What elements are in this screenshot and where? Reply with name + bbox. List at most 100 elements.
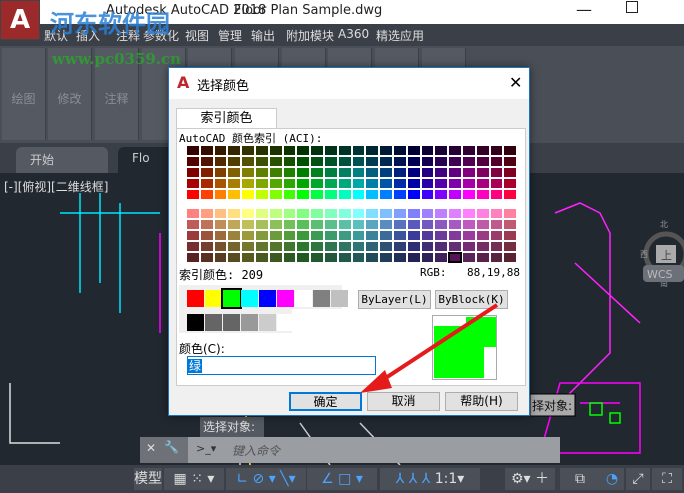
- aci-swatch[interactable]: [213, 252, 228, 263]
- standard-color-swatch[interactable]: [331, 290, 348, 307]
- aci-swatch[interactable]: [296, 208, 311, 219]
- aci-swatch[interactable]: [420, 219, 435, 230]
- aci-swatch[interactable]: [337, 189, 352, 200]
- aci-swatch[interactable]: [406, 167, 421, 178]
- aci-swatch[interactable]: [199, 252, 214, 263]
- aci-swatch[interactable]: [282, 252, 297, 263]
- aci-swatch[interactable]: [503, 241, 518, 252]
- aci-swatch[interactable]: [351, 208, 366, 219]
- aci-swatch[interactable]: [254, 219, 269, 230]
- standard-color-swatch[interactable]: [313, 290, 330, 307]
- aci-swatch[interactable]: [186, 178, 200, 189]
- aci-swatch[interactable]: [461, 219, 476, 230]
- aci-swatch[interactable]: [503, 208, 518, 219]
- doc-tab-start[interactable]: 开始: [16, 147, 108, 173]
- aci-swatch[interactable]: [337, 241, 352, 252]
- aci-swatch[interactable]: [268, 252, 283, 263]
- aci-swatch[interactable]: [323, 208, 338, 219]
- aci-swatch[interactable]: [448, 219, 462, 230]
- aci-swatch[interactable]: [213, 230, 228, 241]
- aci-swatch[interactable]: [379, 241, 393, 252]
- aci-swatch[interactable]: [310, 145, 324, 156]
- aci-swatch[interactable]: [392, 241, 407, 252]
- aci-swatch[interactable]: [186, 252, 200, 263]
- aci-swatch[interactable]: [461, 208, 476, 219]
- aci-swatch[interactable]: [227, 145, 242, 156]
- aci-swatch[interactable]: [365, 230, 380, 241]
- aci-swatch[interactable]: [365, 145, 380, 156]
- aci-swatch[interactable]: [475, 252, 490, 263]
- aci-swatch[interactable]: [227, 241, 242, 252]
- close-icon[interactable]: ✕: [146, 441, 156, 455]
- aci-swatch[interactable]: [379, 178, 393, 189]
- aci-swatch[interactable]: [434, 208, 449, 219]
- aci-swatch[interactable]: [199, 145, 214, 156]
- tab-a360[interactable]: A360: [338, 27, 369, 41]
- aci-swatch[interactable]: [323, 241, 338, 252]
- aci-swatch[interactable]: [213, 145, 228, 156]
- aci-swatch[interactable]: [268, 208, 283, 219]
- aci-swatch[interactable]: [268, 230, 283, 241]
- aci-swatch[interactable]: [254, 252, 269, 263]
- aci-swatch[interactable]: [213, 178, 228, 189]
- aci-swatch[interactable]: [282, 156, 297, 167]
- gray-color-swatch[interactable]: [187, 314, 204, 331]
- aci-swatch[interactable]: [489, 178, 504, 189]
- aci-swatch[interactable]: [351, 252, 366, 263]
- gray-color-swatch[interactable]: [241, 314, 258, 331]
- aci-swatch[interactable]: [310, 189, 324, 200]
- aci-swatch[interactable]: [448, 189, 462, 200]
- fullscreen-button[interactable]: ⛶: [652, 468, 682, 490]
- ortho-polar-button[interactable]: ∟ ⊘ ▾ ╲▾: [226, 468, 306, 490]
- aci-swatch[interactable]: [241, 219, 255, 230]
- aci-swatch[interactable]: [461, 252, 476, 263]
- aci-swatch[interactable]: [241, 145, 255, 156]
- hardware-accel-button[interactable]: ◔: [600, 468, 624, 490]
- aci-swatch[interactable]: [489, 167, 504, 178]
- tab-output[interactable]: 输出: [251, 27, 275, 44]
- aci-swatch[interactable]: [406, 219, 421, 230]
- aci-swatch[interactable]: [406, 156, 421, 167]
- aci-swatch[interactable]: [503, 230, 518, 241]
- aci-swatch[interactable]: [282, 208, 297, 219]
- aci-swatch[interactable]: [489, 145, 504, 156]
- panel-draw[interactable]: 绘图: [2, 48, 46, 140]
- aci-swatch[interactable]: [241, 252, 255, 263]
- standard-color-swatch[interactable]: [187, 290, 204, 307]
- aci-swatch[interactable]: [310, 219, 324, 230]
- aci-swatch[interactable]: [310, 167, 324, 178]
- aci-swatch[interactable]: [434, 241, 449, 252]
- aci-swatch[interactable]: [227, 252, 242, 263]
- aci-swatch[interactable]: [406, 189, 421, 200]
- aci-swatch[interactable]: [186, 145, 200, 156]
- aci-swatch[interactable]: [337, 252, 352, 263]
- aci-swatch[interactable]: [475, 189, 490, 200]
- cancel-button[interactable]: 取消: [367, 392, 440, 411]
- aci-swatch[interactable]: [199, 167, 214, 178]
- aci-swatch[interactable]: [392, 156, 407, 167]
- aci-swatch[interactable]: [503, 252, 518, 263]
- aci-swatch[interactable]: [213, 156, 228, 167]
- aci-swatch[interactable]: [379, 208, 393, 219]
- aci-swatch[interactable]: [213, 241, 228, 252]
- aci-swatch[interactable]: [186, 167, 200, 178]
- wrench-icon[interactable]: 🔧: [164, 440, 179, 454]
- aci-swatch[interactable]: [268, 219, 283, 230]
- aci-swatch[interactable]: [379, 145, 393, 156]
- aci-swatch[interactable]: [351, 178, 366, 189]
- grid-snap-button[interactable]: ▦ ⁙ ▾: [164, 468, 224, 490]
- aci-swatch[interactable]: [199, 189, 214, 200]
- aci-swatch[interactable]: [213, 219, 228, 230]
- gray-color-swatch[interactable]: [259, 314, 276, 331]
- aci-swatch[interactable]: [461, 189, 476, 200]
- aci-swatch[interactable]: [323, 230, 338, 241]
- aci-swatch[interactable]: [241, 241, 255, 252]
- aci-swatch[interactable]: [379, 230, 393, 241]
- aci-swatch[interactable]: [241, 189, 255, 200]
- aci-swatch[interactable]: [489, 230, 504, 241]
- aci-swatch[interactable]: [392, 145, 407, 156]
- aci-swatch[interactable]: [282, 189, 297, 200]
- aci-swatch[interactable]: [241, 156, 255, 167]
- aci-swatch[interactable]: [434, 219, 449, 230]
- standard-color-swatch[interactable]: [295, 290, 312, 307]
